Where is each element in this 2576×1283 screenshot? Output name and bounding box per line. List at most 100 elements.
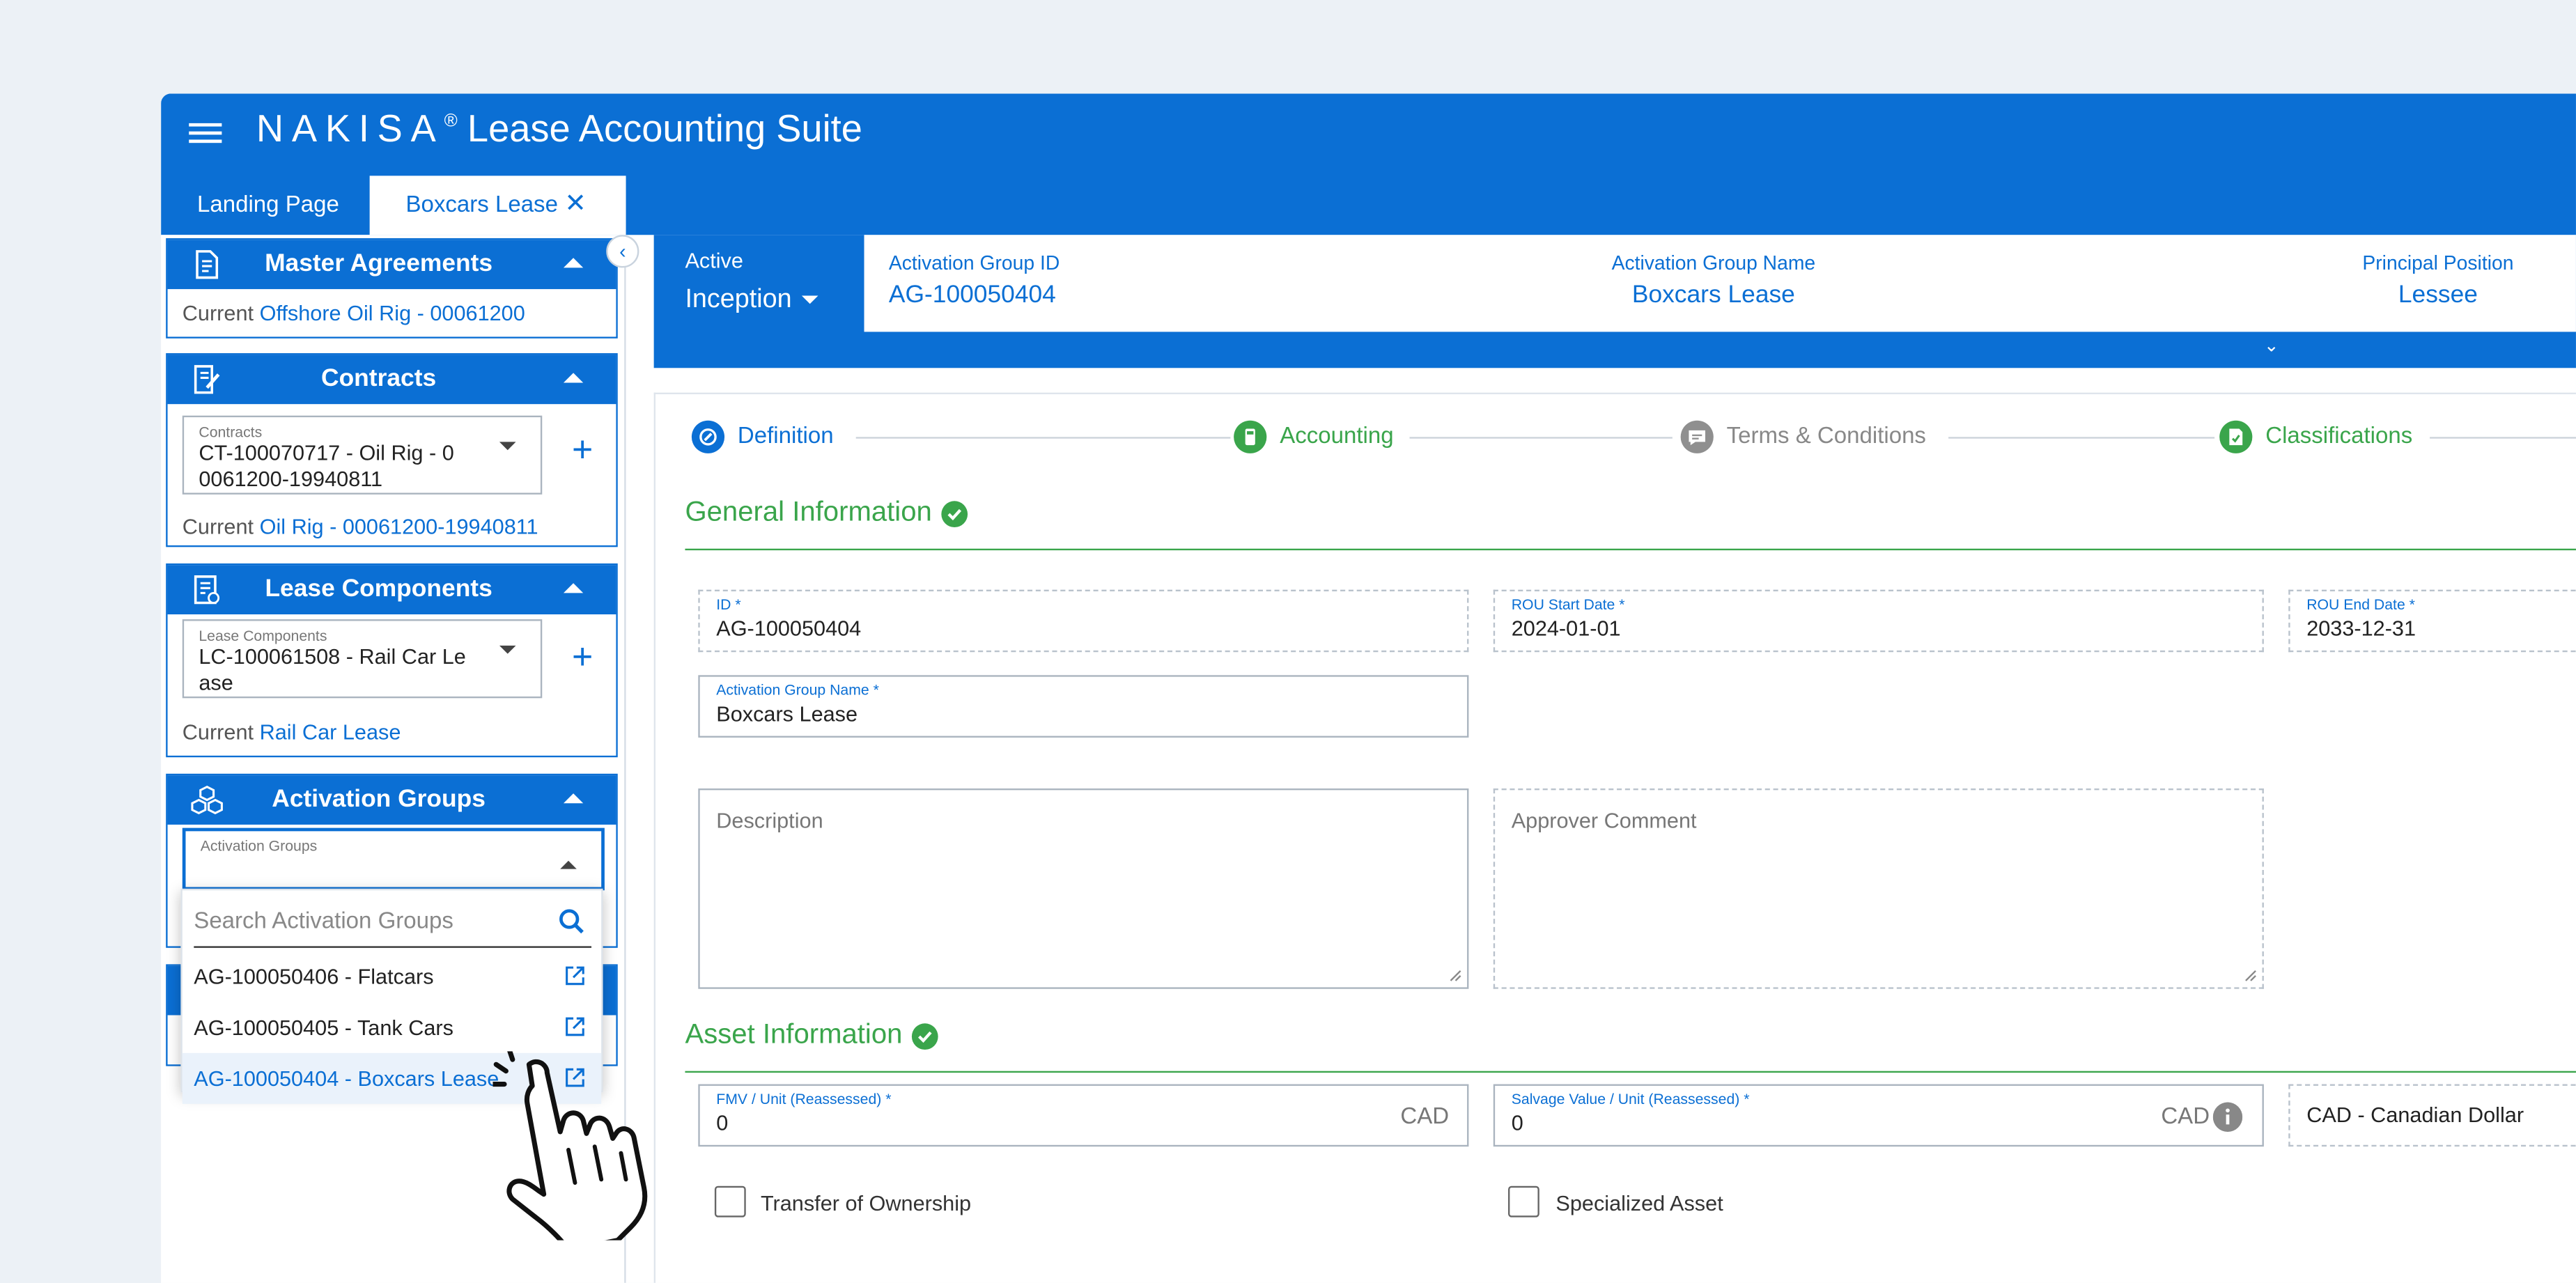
state-selector: Active Inception <box>685 248 818 316</box>
rou-start-date-field[interactable]: ROU Start Date * 2024-01-01 <box>1493 589 2264 653</box>
step-label: Classifications <box>2265 421 2413 449</box>
select-value-line: LC-100061508 - Rail Car Le <box>199 644 466 669</box>
collapse-caret-icon[interactable] <box>563 793 584 804</box>
field-placeholder: Description <box>716 808 823 833</box>
step-label: Accounting <box>1280 421 1394 449</box>
panel-title: Lease Components <box>265 575 492 603</box>
calculator-icon <box>1234 420 1267 453</box>
transfer-of-ownership-checkbox[interactable] <box>714 1185 746 1218</box>
external-link-icon[interactable] <box>565 966 584 986</box>
step-definition[interactable]: Definition <box>691 420 834 453</box>
tab-landing-page[interactable]: Landing Page <box>161 176 368 235</box>
field-label: Activation Group Name <box>1611 251 1816 274</box>
search-icon[interactable] <box>559 908 585 935</box>
expand-chevron-icon[interactable]: ⌄ <box>2264 335 2279 356</box>
close-tab-icon[interactable]: ✕ <box>564 178 587 233</box>
edit-icon <box>691 420 725 453</box>
suite-name: Lease Accounting Suite <box>467 107 862 150</box>
panel-header[interactable]: Activation Groups <box>167 775 616 825</box>
context-field-position: Principal Position Lessee <box>2362 251 2513 309</box>
section-title-text: General Information <box>685 496 932 528</box>
resize-handle-icon[interactable] <box>1449 969 1462 982</box>
description-textarea[interactable]: Description <box>698 788 1469 989</box>
dropdown-arrow-icon[interactable] <box>499 442 516 451</box>
collapse-caret-icon[interactable] <box>563 583 584 593</box>
panel-title: Master Agreements <box>265 249 493 278</box>
panel-lease-components: Lease Components Lease Components LC-100… <box>166 563 618 758</box>
check-circle-icon <box>912 1022 939 1049</box>
id-field[interactable]: ID * AG-100050404 <box>698 589 1469 653</box>
step-connector <box>2430 437 2576 439</box>
add-contract-button[interactable]: + <box>572 429 593 472</box>
step-connector <box>1409 437 1673 439</box>
section-divider <box>685 548 2576 551</box>
rou-end-date-field[interactable]: ROU End Date * 2033-12-31 <box>2288 589 2576 653</box>
lease-components-select[interactable]: Lease Components LC-100061508 - Rail Car… <box>182 619 543 699</box>
field-label: FMV / Unit (Reassessed) * <box>716 1090 892 1107</box>
current-label: Current <box>182 514 254 539</box>
list-item-activation-group[interactable]: AG-100050405 - Tank Cars <box>183 1002 601 1053</box>
field-label: Salvage Value / Unit (Reassessed) * <box>1511 1090 1750 1107</box>
current-lease-component: Current Rail Car Lease <box>168 708 416 755</box>
current-master-agreement-link[interactable]: Offshore Oil Rig - 00061200 <box>260 301 525 325</box>
search-input[interactable] <box>194 895 539 945</box>
current-lease-component-link[interactable]: Rail Car Lease <box>260 720 401 744</box>
field-value: Lessee <box>2398 281 2478 309</box>
contracts-select[interactable]: Contracts CT-100070717 - Oil Rig - 0 006… <box>182 415 543 495</box>
approver-comment-textarea[interactable]: Approver Comment <box>1493 788 2264 989</box>
item-label: AG-100050406 - Flatcars <box>194 964 434 989</box>
panel-header[interactable]: Lease Components <box>167 565 616 615</box>
field-value: Boxcars Lease <box>1631 281 1795 309</box>
field-value: 0 <box>1511 1110 1523 1135</box>
select-label: Activation Groups <box>200 837 318 855</box>
fmv-unit-field[interactable]: FMV / Unit (Reassessed) * 0 CAD <box>698 1084 1469 1147</box>
specialized-asset-checkbox[interactable] <box>1508 1185 1539 1218</box>
item-label: AG-100050405 - Tank Cars <box>194 1015 453 1040</box>
comment-icon <box>1680 420 1714 453</box>
tab-label: Boxcars Lease <box>405 190 558 217</box>
dropdown-arrow-icon[interactable] <box>499 645 516 654</box>
context-fields: Activation Group ID AG-100050404 Activat… <box>864 235 2576 332</box>
state-value: Inception <box>685 286 792 314</box>
current-label: Current <box>182 300 254 325</box>
collapse-caret-icon[interactable] <box>563 373 584 383</box>
panel-header[interactable]: Master Agreements <box>167 240 616 290</box>
collapse-sidebar-button[interactable]: ‹ <box>606 235 639 268</box>
step-accounting[interactable]: Accounting <box>1234 420 1394 453</box>
context-bar: Active Inception Activation Group ID AG-… <box>653 235 2576 368</box>
resize-handle-icon[interactable] <box>2244 969 2258 982</box>
currency-field[interactable]: CAD - Canadian Dollar <box>2288 1084 2576 1147</box>
classification-icon <box>2219 420 2253 453</box>
field-label: ROU Start Date * <box>1511 596 1625 613</box>
currency-unit: CAD <box>1400 1102 1450 1129</box>
step-label: Terms & Conditions <box>1726 421 1926 449</box>
list-item-activation-group[interactable]: AG-100050406 - Flatcars <box>183 951 601 1002</box>
hamburger-menu-icon[interactable] <box>189 120 222 146</box>
add-lease-component-button[interactable]: + <box>572 636 593 678</box>
current-contract-link[interactable]: Oil Rig - 00061200-19940811 <box>260 514 538 538</box>
currency-unit: CAD <box>2161 1102 2210 1129</box>
check-circle-icon <box>941 500 968 527</box>
field-value: AG-100050404 <box>888 281 1056 309</box>
checkbox-label: Specialized Asset <box>1555 1190 1723 1216</box>
field-label: Activation Group Name * <box>716 681 879 699</box>
dropdown-arrow-up-icon[interactable] <box>560 860 577 869</box>
info-icon[interactable] <box>2212 1102 2243 1132</box>
state-dropdown[interactable]: Inception <box>685 286 818 315</box>
current-contract: Current Oil Rig - 00061200-19940811 <box>168 503 553 550</box>
field-value: 0 <box>716 1110 729 1135</box>
activation-group-name-field[interactable]: Activation Group Name * Boxcars Lease <box>698 675 1469 738</box>
panel-header[interactable]: Contracts <box>167 355 616 405</box>
activation-groups-select[interactable]: Activation Groups <box>182 827 605 891</box>
collapse-caret-icon[interactable] <box>563 258 584 268</box>
step-classifications[interactable]: Classifications <box>2219 420 2413 453</box>
tab-boxcars-lease[interactable]: Boxcars Lease ✕ <box>369 176 626 235</box>
select-value-line: 0061200-19940811 <box>199 466 383 492</box>
salvage-value-field[interactable]: Salvage Value / Unit (Reassessed) * 0 CA… <box>1493 1084 2264 1147</box>
context-field-id: Activation Group ID AG-100050404 <box>889 251 1060 309</box>
app-header: NAKISA® Lease Accounting Suite Landing Pa… <box>161 93 2576 235</box>
field-label: ID * <box>716 596 741 613</box>
section-title-text: Asset Information <box>685 1018 903 1050</box>
step-terms-conditions[interactable]: Terms & Conditions <box>1680 420 1926 453</box>
external-link-icon[interactable] <box>565 1017 584 1036</box>
